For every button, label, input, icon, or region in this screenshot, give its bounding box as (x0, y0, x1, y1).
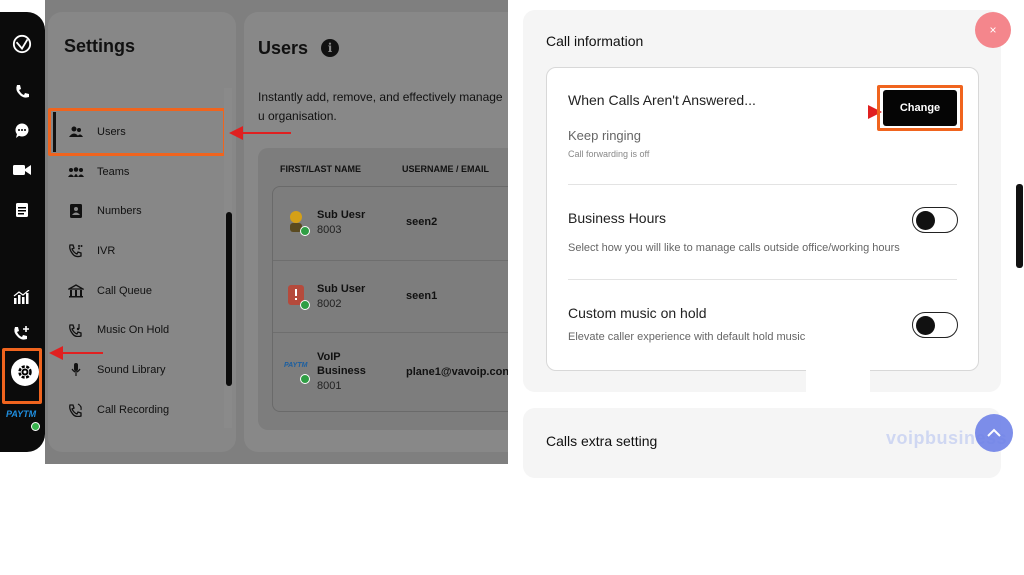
music-phone-icon (68, 323, 84, 337)
chat-icon[interactable] (12, 121, 32, 141)
sidebar-item-sound-library[interactable]: Sound Library (68, 360, 166, 380)
settings-title: Settings (64, 36, 136, 56)
phone-keypad-icon (68, 244, 84, 258)
unanswered-label: When Calls Aren't Answered... (568, 92, 756, 108)
music-on-hold-description: Elevate caller experience with default h… (568, 331, 806, 343)
recording-phone-icon (68, 403, 84, 417)
business-hours-toggle[interactable] (912, 207, 958, 233)
info-icon[interactable]: i (321, 39, 339, 57)
sidebar-item-label: Call Recording (97, 404, 170, 416)
chevron-up-icon (987, 428, 1001, 437)
verified-icon (300, 300, 310, 310)
user-extension: 8003 (317, 224, 342, 236)
user-email: seen1 (406, 290, 438, 302)
users-description: Instantly add, remove, and effectively m… (258, 90, 503, 123)
logo-icon[interactable] (12, 34, 32, 54)
user-name[interactable]: Sub User (317, 282, 365, 296)
sidebar-item-label: Teams (97, 166, 130, 178)
row-divider (273, 260, 508, 261)
forwarding-status: Call forwarding is off (568, 149, 650, 159)
sidebar-item-label: Numbers (97, 205, 142, 217)
sidebar-item-label: Music On Hold (97, 324, 170, 336)
page-title: Users (258, 38, 309, 58)
sidebar-item-numbers[interactable]: Numbers (68, 201, 142, 221)
active-indicator (53, 112, 56, 152)
user-email: seen2 (406, 216, 438, 228)
section-title: Call information (546, 33, 644, 49)
scroll-to-top-button[interactable] (975, 414, 1013, 452)
keep-ringing-text: Keep ringing (568, 128, 641, 143)
analytics-icon[interactable] (12, 287, 32, 307)
sidebar-item-teams[interactable]: Teams (68, 162, 129, 182)
column-header-name: FIRST/LAST NAME (280, 164, 361, 174)
settings-highlight (2, 348, 42, 404)
settings-panel (48, 12, 236, 452)
online-status-icon (31, 422, 40, 431)
avatar (286, 210, 310, 236)
queue-icon (68, 284, 84, 298)
contact-card-icon (68, 204, 84, 218)
user-name[interactable]: VoIP Business (317, 350, 377, 378)
microphone-icon (68, 363, 84, 377)
team-icon (68, 165, 84, 179)
sidebar-item-call-recording[interactable]: Call Recording (68, 400, 169, 420)
sidebar-item-label: Call Queue (97, 285, 153, 297)
divider (568, 184, 957, 185)
annotation-arrow (806, 105, 882, 575)
annotation-arrow (49, 346, 103, 360)
user-extension: 8001 (317, 380, 342, 392)
sidebar-scrollbar[interactable] (226, 212, 232, 386)
sidebar-item-label: IVR (97, 245, 116, 257)
phone-icon[interactable] (12, 82, 32, 102)
panel-scrollbar[interactable] (1016, 184, 1023, 268)
column-header-email: USERNAME / EMAIL (402, 164, 490, 174)
avatar: PAYTM (284, 358, 312, 384)
change-button[interactable]: Change (883, 90, 957, 126)
sidebar-item-call-queue[interactable]: Call Queue (68, 281, 152, 301)
business-hours-description: Select how you will like to manage calls… (568, 242, 900, 254)
close-button[interactable]: × (975, 12, 1011, 48)
business-hours-label: Business Hours (568, 210, 667, 226)
user-email: plane1@vavoip.con (406, 366, 508, 378)
gear-icon[interactable] (11, 358, 39, 386)
user-extension: 8002 (317, 298, 342, 310)
row-divider (273, 332, 508, 333)
add-call-icon[interactable] (12, 324, 32, 344)
sidebar-item-users[interactable]: Users (68, 122, 126, 142)
notes-icon[interactable] (12, 200, 32, 220)
sidebar-item-ivr[interactable]: IVR (68, 241, 115, 261)
sidebar-item-label: Users (97, 126, 126, 138)
avatar (286, 284, 310, 310)
music-on-hold-label: Custom music on hold (568, 305, 707, 321)
sidebar-item-label: Sound Library (97, 364, 166, 376)
verified-icon (300, 374, 310, 384)
verified-icon (300, 226, 310, 236)
sidebar-item-music-on-hold[interactable]: Music On Hold (68, 320, 169, 340)
brand-logo: PAYTM (6, 409, 37, 419)
user-name[interactable]: Sub Uesr (317, 208, 365, 222)
section-title: Calls extra setting (546, 433, 658, 449)
music-on-hold-toggle[interactable] (912, 312, 958, 338)
app-rail: PAYTM (0, 12, 45, 452)
annotation-arrow (229, 126, 291, 140)
user-icon (68, 125, 84, 139)
divider (568, 279, 957, 280)
video-icon[interactable] (12, 160, 32, 180)
